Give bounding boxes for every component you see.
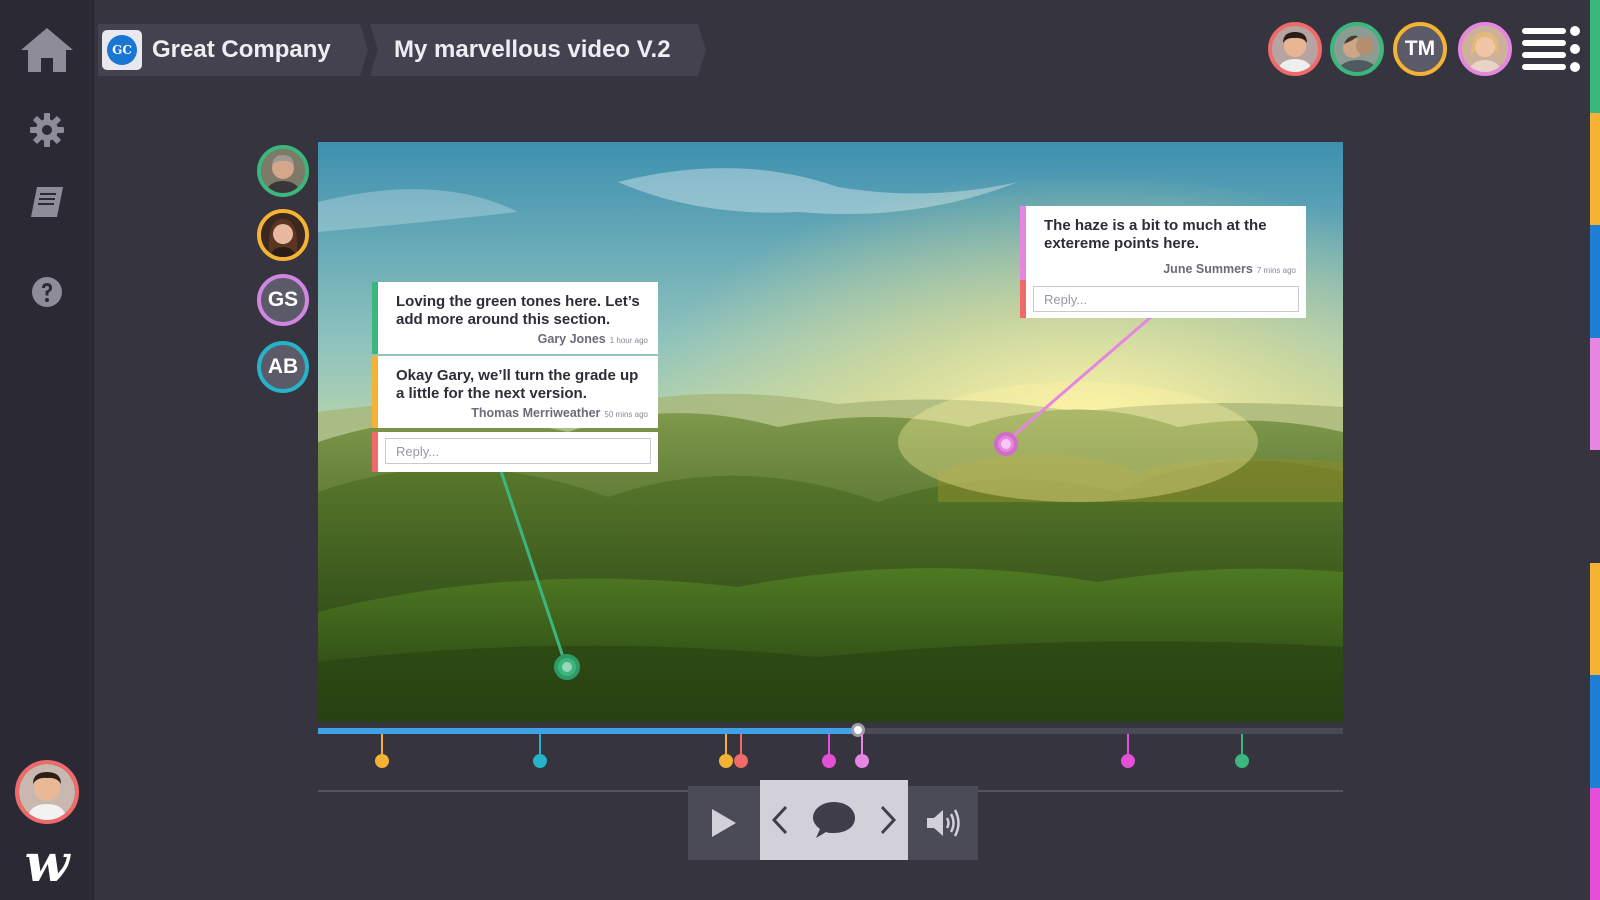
timeline-comment-marker[interactable]: [533, 754, 548, 768]
chevron-right-icon[interactable]: [878, 804, 898, 836]
reply-input[interactable]: [385, 438, 651, 464]
playback-controls: [688, 780, 978, 860]
comment-author: June Summers: [1163, 262, 1253, 276]
breadcrumb-project[interactable]: My marvellous video V.2: [370, 24, 706, 76]
reply-box: [1020, 280, 1306, 318]
timeline-comment-marker[interactable]: [718, 754, 733, 768]
home-icon[interactable]: [0, 26, 94, 74]
accent-stripe-segment: [1590, 450, 1600, 563]
company-name: Great Company: [152, 36, 331, 63]
viewer-avatar[interactable]: [257, 209, 309, 261]
timeline-comment-marker[interactable]: [374, 754, 389, 768]
comment-meta: Thomas Merriweather 50 mins ago: [396, 406, 648, 420]
help-icon[interactable]: [0, 276, 94, 308]
timeline-comment-marker[interactable]: [1120, 754, 1135, 768]
timeline-comment-marker[interactable]: [734, 754, 749, 768]
comment-author: Thomas Merriweather: [471, 406, 601, 420]
timeline-marker-stem: [828, 734, 831, 756]
accent-stripe-segment: [1590, 225, 1600, 338]
accent-stripe-segment: [1590, 562, 1600, 675]
comment-card[interactable]: Loving the green tones here. Let’s add m…: [372, 282, 658, 354]
timeline-comment-marker[interactable]: [822, 754, 837, 768]
gear-icon[interactable]: [0, 112, 94, 148]
accent-stripe-segment: [1590, 0, 1600, 113]
collaborator-avatar[interactable]: TM: [1393, 22, 1447, 76]
comment-card[interactable]: The haze is a bit to much at the exterem…: [1020, 206, 1306, 284]
comment-meta: Gary Jones 1 hour ago: [396, 332, 648, 346]
viewer-avatar[interactable]: GS: [257, 274, 309, 326]
comment-time: 50 mins ago: [604, 410, 648, 419]
comment-time: 1 hour ago: [609, 336, 648, 345]
timeline-comment-marker[interactable]: [1234, 754, 1249, 768]
company-logo: GC: [102, 30, 142, 70]
timeline-marker-stem: [861, 734, 864, 756]
comment-text: Loving the green tones here. Let’s add m…: [396, 293, 640, 328]
accent-stripe-segment: [1590, 675, 1600, 788]
reply-input[interactable]: [1033, 286, 1299, 312]
viewer-avatar[interactable]: [257, 145, 309, 197]
timeline-marker-stem: [1126, 734, 1129, 756]
reply-box: [372, 432, 658, 472]
breadcrumb-company[interactable]: GC Great Company: [98, 24, 368, 76]
timeline-marker-stem: [380, 734, 383, 756]
app-logo[interactable]: w: [0, 834, 94, 894]
comment-text: Okay Gary, we’ll turn the grade up a lit…: [396, 367, 639, 402]
comment-card[interactable]: Okay Gary, we’ll turn the grade up a lit…: [372, 356, 658, 428]
viewer-avatar[interactable]: AB: [257, 341, 309, 393]
play-icon: [712, 809, 736, 837]
timeline-marker-stem: [724, 734, 727, 756]
timeline-progress: [318, 728, 859, 734]
volume-icon: [927, 809, 960, 837]
comment-icon[interactable]: [811, 800, 857, 840]
collaborator-avatar[interactable]: [1458, 22, 1512, 76]
volume-button[interactable]: [908, 786, 978, 860]
user-avatar[interactable]: [15, 760, 79, 824]
collaborator-avatar[interactable]: [1330, 22, 1384, 76]
video-timeline[interactable]: [318, 723, 1343, 737]
comment-time: 7 mins ago: [1256, 266, 1296, 275]
accent-stripe-segment: [1590, 112, 1600, 225]
timeline-marker-stem: [1240, 734, 1243, 756]
comment-text: The haze is a bit to much at the exterem…: [1044, 217, 1267, 252]
play-button[interactable]: [688, 786, 760, 860]
sidebar: w: [0, 0, 94, 900]
accent-stripe-segment: [1590, 337, 1600, 450]
book-icon[interactable]: [0, 186, 94, 218]
timeline-comment-marker[interactable]: [855, 754, 870, 768]
collaborator-avatar[interactable]: [1268, 22, 1322, 76]
annotation-pin[interactable]: [554, 654, 580, 680]
timeline-marker-stem: [539, 734, 542, 756]
timeline-marker-stem: [740, 734, 743, 756]
accent-stripe-segment: [1590, 787, 1600, 900]
comment-meta: June Summers 7 mins ago: [1044, 262, 1296, 276]
menu-list-icon[interactable]: [1522, 26, 1584, 72]
comment-navigator: [760, 780, 908, 860]
comment-author: Gary Jones: [537, 332, 606, 346]
annotation-pin[interactable]: [994, 432, 1018, 456]
chevron-left-icon[interactable]: [770, 804, 790, 836]
accent-stripe: [1590, 0, 1600, 900]
project-title: My marvellous video V.2: [394, 36, 671, 63]
